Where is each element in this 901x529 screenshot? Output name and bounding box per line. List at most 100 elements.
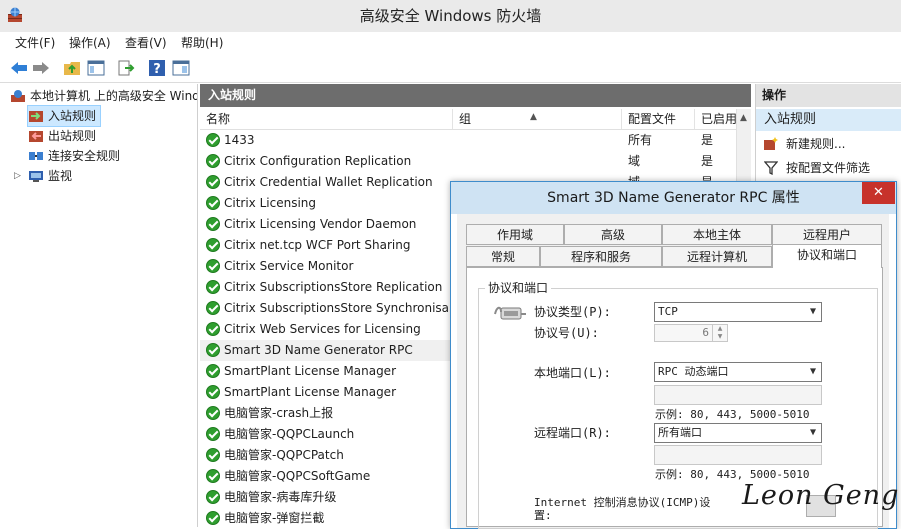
column-profile[interactable]: 配置文件 [622, 109, 695, 129]
tree-item-label: 入站规则 [48, 109, 97, 123]
outbound-rules-icon [29, 131, 43, 142]
remote-port-select[interactable]: 所有端口 ▼ [654, 423, 822, 443]
menu-action[interactable]: 操作(A) [62, 32, 118, 54]
svg-text:?: ? [153, 62, 161, 77]
enabled-check-icon [206, 175, 220, 189]
rule-enabled: 是 [701, 154, 714, 168]
tree-item-label: 监视 [48, 169, 73, 183]
tab-general[interactable]: 常规 [466, 246, 540, 267]
column-name[interactable]: 名称 [200, 109, 453, 129]
tab-remote-users[interactable]: 远程用户 [772, 224, 882, 245]
tree-item-inbound-rules[interactable]: 入站规则 [26, 105, 102, 127]
remote-port-value: 所有端口 [658, 426, 702, 439]
tree-item-connection-security[interactable]: 连接安全规则 [28, 146, 120, 166]
up-folder-icon[interactable] [61, 57, 83, 79]
rule-name: 电脑管家-病毒库升级 [224, 490, 337, 504]
enabled-check-icon [206, 301, 220, 315]
tab-advanced[interactable]: 高级 [564, 224, 662, 245]
rules-pane-header: 入站规则 [200, 84, 751, 107]
enabled-check-icon [206, 448, 220, 462]
enabled-check-icon [206, 217, 220, 231]
rule-name: 电脑管家-QQPCPatch [224, 448, 344, 462]
rule-name: 电脑管家-弹窗拦截 [224, 511, 325, 525]
rule-enabled: 是 [701, 133, 714, 147]
enabled-check-icon [206, 469, 220, 483]
tab-protocols-ports[interactable]: 协议和端口 [772, 244, 882, 268]
local-port-label: 本地端口(L): [534, 366, 611, 380]
local-port-input[interactable] [654, 385, 822, 405]
sort-ascending-icon: ▲ [530, 112, 537, 122]
rule-name: Citrix SubscriptionsStore Synchronisa... [224, 301, 452, 315]
protocol-number-value: 6 [702, 326, 709, 339]
rule-name: Citrix Licensing [224, 196, 317, 210]
action-label: 按配置文件筛选 [786, 161, 871, 175]
tab-local-principals[interactable]: 本地主体 [662, 224, 772, 245]
chevron-down-icon: ▼ [809, 306, 817, 317]
column-group[interactable]: 组 [453, 109, 622, 129]
tab-programs-services[interactable]: 程序和服务 [540, 246, 662, 267]
tree-item-label: 连接安全规则 [48, 149, 121, 163]
table-row[interactable]: Citrix Configuration Replication 域 是 [200, 151, 736, 172]
tab-scope[interactable]: 作用域 [466, 224, 564, 245]
menu-file[interactable]: 文件(F) [8, 32, 62, 54]
rule-profile: 域 [628, 154, 641, 168]
enabled-check-icon [206, 490, 220, 504]
export-list-icon[interactable] [115, 57, 137, 79]
tab-remote-computers[interactable]: 远程计算机 [662, 246, 772, 267]
enabled-check-icon [206, 259, 220, 273]
close-button[interactable]: ✕ [862, 182, 895, 204]
enabled-check-icon [206, 280, 220, 294]
rule-name: Citrix Service Monitor [224, 259, 354, 273]
firewall-icon [11, 90, 25, 102]
toolbar: ? [0, 54, 901, 83]
remote-port-input[interactable] [654, 445, 822, 465]
rule-name: Citrix Web Services for Licensing [224, 322, 421, 336]
local-port-value: RPC 动态端口 [658, 365, 729, 378]
filter-by-profile-action[interactable]: 按配置文件筛选 [756, 157, 901, 179]
protocol-type-select[interactable]: TCP ▼ [654, 302, 822, 322]
chevron-down-icon: ▼ [809, 427, 817, 438]
enabled-check-icon [206, 196, 220, 210]
local-port-select[interactable]: RPC 动态端口 ▼ [654, 362, 822, 382]
enabled-check-icon [206, 385, 220, 399]
enabled-check-icon [206, 238, 220, 252]
icmp-settings-label: Internet 控制消息协议(ICMP)设 [534, 496, 711, 509]
enabled-check-icon [206, 427, 220, 441]
menu-help[interactable]: 帮助(H) [174, 32, 230, 54]
enabled-check-icon [206, 343, 220, 357]
tree-item-label: 出站规则 [48, 129, 97, 143]
stepper-arrows-icon[interactable]: ▲ ▼ [712, 325, 727, 341]
title-bar: 高级安全 Windows 防火墙 [0, 0, 901, 32]
table-row[interactable]: 1433 所有 是 [200, 130, 736, 151]
rule-name: Citrix Credential Wallet Replication [224, 175, 433, 189]
local-port-example: 示例: 80, 443, 5000-5010 [655, 408, 810, 421]
new-rule-action[interactable]: 新建规则... [756, 133, 901, 155]
rule-name: Citrix SubscriptionsStore Replication [224, 280, 443, 294]
window-title: 高级安全 Windows 防火墙 [359, 7, 542, 25]
help-icon[interactable]: ? [146, 57, 168, 79]
properties-pane-icon[interactable] [170, 57, 192, 79]
protocol-number-stepper[interactable]: 6 ▲ ▼ [654, 324, 728, 342]
actions-section-inbound[interactable]: 入站规则 [756, 109, 901, 131]
show-hide-tree-icon[interactable] [85, 57, 107, 79]
protocol-type-label: 协议类型(P): [534, 305, 611, 319]
scroll-up-icon[interactable]: ▲ [740, 113, 747, 123]
enabled-check-icon [206, 133, 220, 147]
chevron-down-icon: ▼ [809, 366, 817, 377]
rule-name: 电脑管家-QQPCLaunch [224, 427, 355, 441]
back-arrow-icon[interactable] [8, 57, 30, 79]
monitoring-icon [29, 171, 43, 182]
column-enabled[interactable]: 已启用 [695, 109, 736, 129]
dialog-title: Smart 3D Name Generator RPC 属性 [451, 182, 896, 214]
tree-item-monitoring[interactable]: ▷ 监视 [14, 166, 72, 186]
rule-name: Citrix net.tcp WCF Port Sharing [224, 238, 411, 252]
tree-root[interactable]: 本地计算机 上的高级安全 Windows 防火墙 [10, 86, 197, 106]
rule-name: Citrix Configuration Replication [224, 154, 412, 168]
menu-view[interactable]: 查看(V) [118, 32, 174, 54]
protocol-number-label: 协议号(U): [534, 326, 599, 340]
tree-item-outbound-rules[interactable]: 出站规则 [28, 126, 96, 146]
group-label: 协议和端口 [485, 279, 552, 296]
forward-arrow-icon[interactable] [30, 57, 52, 79]
expand-chevron-icon[interactable]: ▷ [14, 166, 28, 186]
network-cable-icon [494, 306, 526, 320]
